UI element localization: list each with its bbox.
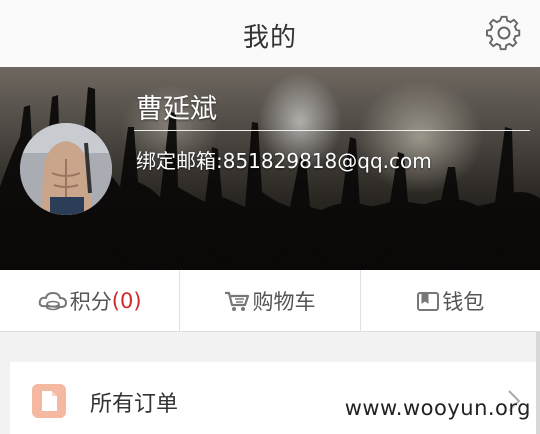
profile-banner: 曹延斌 绑定邮箱:851829818@qq.com bbox=[0, 67, 540, 270]
tab-points[interactable]: 积分 (0) bbox=[0, 270, 179, 331]
tab-points-label: 积分 bbox=[69, 289, 112, 314]
page-title: 我的 bbox=[242, 23, 297, 53]
cart-icon bbox=[224, 290, 250, 312]
divider bbox=[134, 130, 530, 131]
quick-tabs: 积分 (0) 购物车 钱包 bbox=[0, 270, 540, 332]
tab-wallet[interactable]: 钱包 bbox=[359, 270, 540, 331]
tab-cart[interactable]: 购物车 bbox=[179, 270, 359, 331]
tab-wallet-label: 钱包 bbox=[442, 289, 485, 314]
gear-icon[interactable] bbox=[485, 15, 523, 53]
bound-email: 绑定邮箱:851829818@qq.com bbox=[136, 149, 432, 173]
watermark: www.wooyun.org bbox=[344, 396, 531, 420]
avatar-photo bbox=[20, 123, 112, 215]
points-count: (0) bbox=[111, 288, 142, 313]
wallet-icon bbox=[416, 289, 440, 313]
tab-cart-label: 购物车 bbox=[252, 289, 316, 314]
document-icon bbox=[32, 384, 66, 418]
avatar[interactable] bbox=[20, 123, 112, 215]
top-bar: 我的 bbox=[0, 0, 540, 68]
profile-page: 我的 曹延斌 绑定邮箱:851829818@qq.com 积分 (0) 购物车 … bbox=[0, 0, 540, 434]
points-icon bbox=[38, 290, 68, 312]
scrollbar[interactable] bbox=[536, 332, 540, 434]
username: 曹延斌 bbox=[136, 94, 217, 125]
all-orders-label: 所有订单 bbox=[90, 392, 179, 417]
